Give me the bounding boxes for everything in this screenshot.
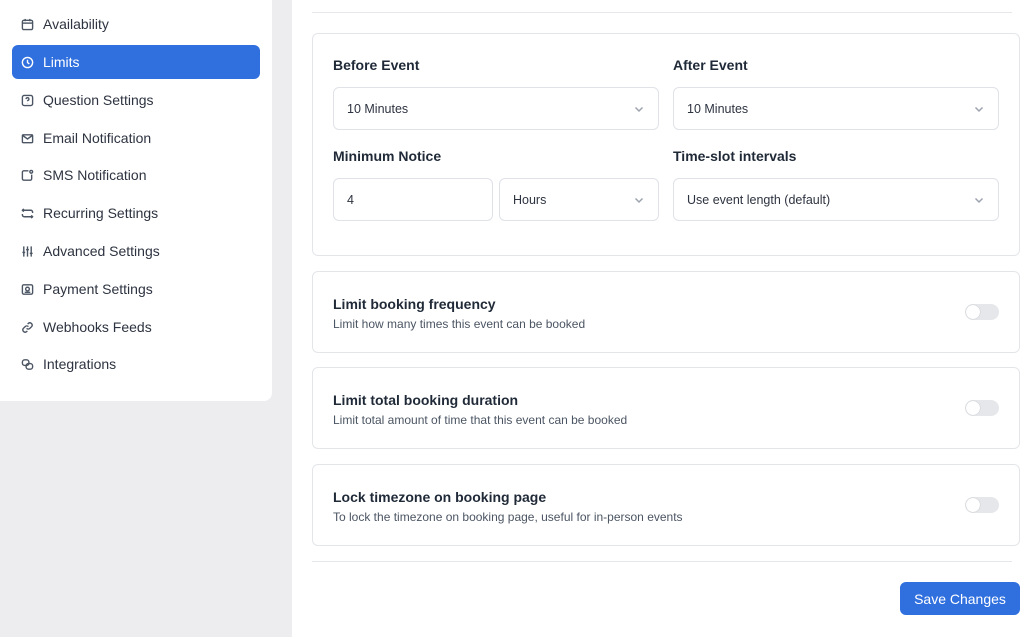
- save-changes-button[interactable]: Save Changes: [900, 582, 1020, 615]
- sidebar-item-label: Integrations: [43, 356, 117, 372]
- link-icon: [21, 321, 34, 334]
- sliders-icon: [21, 245, 34, 258]
- limit-total-booking-duration-toggle[interactable]: [965, 400, 999, 416]
- chevron-down-icon: [634, 194, 644, 204]
- sidebar-item-payment-settings[interactable]: Payment Settings: [12, 272, 260, 306]
- toggle-knob: [966, 305, 980, 319]
- sidebar-item-label: Advanced Settings: [43, 243, 160, 259]
- card-description: Limit how many times this event can be b…: [333, 317, 586, 331]
- sidebar-item-webhooks-feeds[interactable]: Webhooks Feeds: [12, 310, 260, 344]
- sidebar-item-limits[interactable]: Limits: [12, 45, 260, 79]
- card-title: Limit total booking duration: [333, 392, 519, 408]
- before-event-label: Before Event: [333, 57, 420, 73]
- minimum-notice-label: Minimum Notice: [333, 148, 442, 164]
- sms-icon: [21, 169, 34, 182]
- card-description: To lock the timezone on booking page, us…: [333, 510, 683, 524]
- sidebar-item-label: Recurring Settings: [43, 205, 159, 221]
- repeat-icon: [21, 207, 34, 220]
- chevron-down-icon: [974, 103, 984, 113]
- app-root: Availability Limits Question Settings Em…: [0, 0, 1024, 637]
- minimum-notice-input[interactable]: 4: [333, 178, 493, 221]
- sidebar-item-label: Payment Settings: [43, 281, 153, 297]
- card-title: Lock timezone on booking page: [333, 489, 547, 505]
- payment-icon: [21, 283, 34, 296]
- select-value: 10 Minutes: [687, 101, 749, 116]
- select-value: 10 Minutes: [347, 101, 409, 116]
- toggle-knob: [966, 401, 980, 415]
- sidebar-item-label: Limits: [43, 54, 80, 70]
- select-value: Hours: [513, 192, 547, 207]
- card-description: Limit total amount of time that this eve…: [333, 413, 628, 427]
- lock-timezone-card: Lock timezone on booking page To lock th…: [312, 464, 1020, 546]
- time-slot-label: Time-slot intervals: [673, 148, 797, 164]
- select-value: Use event length (default): [687, 192, 831, 207]
- question-icon: [21, 94, 34, 107]
- input-value: 4: [347, 192, 354, 207]
- sidebar: Availability Limits Question Settings Em…: [0, 0, 272, 401]
- limit-total-booking-duration-card: Limit total booking duration Limit total…: [312, 367, 1020, 449]
- limits-card: Before Event 10 Minutes After Event 10 M…: [312, 33, 1020, 256]
- calendar-icon: [21, 18, 34, 31]
- sidebar-item-label: Availability: [43, 16, 109, 32]
- card-title: Limit booking frequency: [333, 296, 496, 312]
- sidebar-item-label: Webhooks Feeds: [43, 319, 152, 335]
- sidebar-item-sms-notification[interactable]: SMS Notification: [12, 158, 260, 192]
- mail-icon: [21, 132, 34, 145]
- main-content: Before Event 10 Minutes After Event 10 M…: [292, 0, 1024, 637]
- sidebar-item-label: SMS Notification: [43, 167, 147, 183]
- chevron-down-icon: [634, 103, 644, 113]
- time-slot-select[interactable]: Use event length (default): [673, 178, 999, 221]
- integrations-icon: [21, 358, 34, 371]
- sidebar-item-integrations[interactable]: Integrations: [12, 347, 260, 381]
- sidebar-item-question-settings[interactable]: Question Settings: [12, 83, 260, 117]
- clock-icon: [21, 56, 34, 69]
- limit-booking-frequency-card: Limit booking frequency Limit how many t…: [312, 271, 1020, 353]
- toggle-knob: [966, 498, 980, 512]
- before-event-select[interactable]: 10 Minutes: [333, 87, 659, 130]
- limit-booking-frequency-toggle[interactable]: [965, 304, 999, 320]
- sidebar-item-recurring-settings[interactable]: Recurring Settings: [12, 196, 260, 230]
- chevron-down-icon: [974, 194, 984, 204]
- after-event-select[interactable]: 10 Minutes: [673, 87, 999, 130]
- sidebar-item-advanced-settings[interactable]: Advanced Settings: [12, 234, 260, 268]
- sidebar-item-label: Email Notification: [43, 130, 152, 146]
- sidebar-item-email-notification[interactable]: Email Notification: [12, 121, 260, 155]
- sidebar-item-label: Question Settings: [43, 92, 154, 108]
- sidebar-item-availability[interactable]: Availability: [12, 7, 260, 41]
- after-event-label: After Event: [673, 57, 748, 73]
- divider: [312, 12, 1012, 13]
- lock-timezone-toggle[interactable]: [965, 497, 999, 513]
- minimum-notice-unit-select[interactable]: Hours: [499, 178, 659, 221]
- divider: [312, 561, 1012, 562]
